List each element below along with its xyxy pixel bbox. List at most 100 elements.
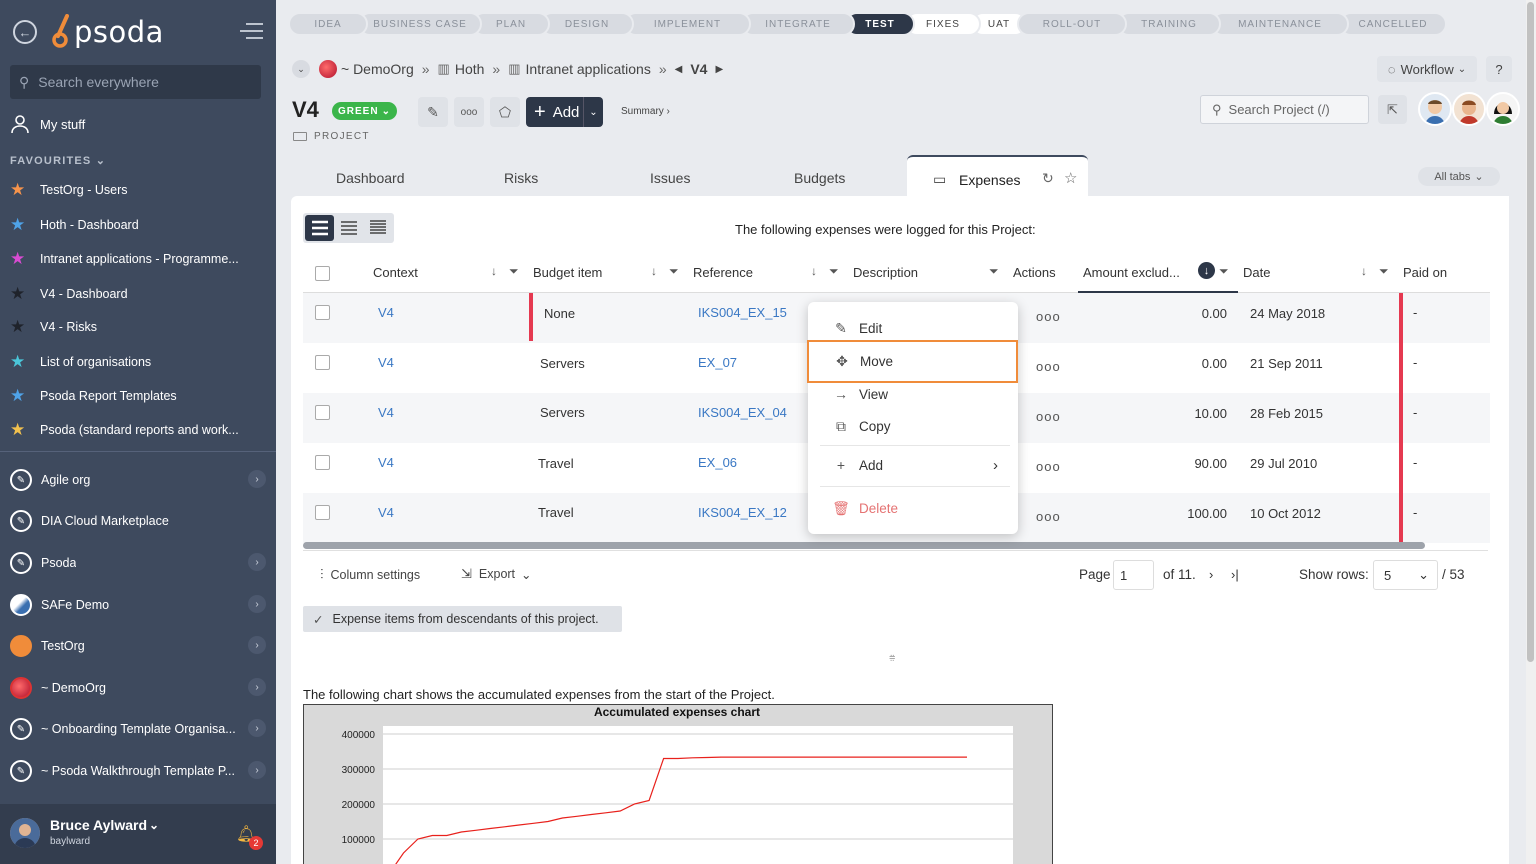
row-context[interactable]: V4 xyxy=(378,305,394,320)
menu-item-move[interactable]: ✥ Move xyxy=(807,340,1018,383)
org-item[interactable]: ~ DemoOrg › xyxy=(10,677,266,699)
page-input[interactable]: 1 xyxy=(1113,560,1154,590)
filter-icon[interactable]: ⏷ xyxy=(1219,264,1229,279)
filter-icon[interactable]: ⏷ xyxy=(509,264,519,279)
select-all-checkbox[interactable] xyxy=(315,266,330,281)
org-item[interactable]: ✎ ~ Onboarding Template Organisa... › xyxy=(10,718,266,740)
breadcrumb-dropdown-icon[interactable]: ⌄ xyxy=(292,60,310,78)
row-reference[interactable]: IKS004_EX_04 xyxy=(698,405,787,420)
next-project-icon[interactable]: ▶ xyxy=(715,64,723,75)
help-button[interactable]: ? xyxy=(1486,56,1512,82)
sort-icon[interactable]: ↓ xyxy=(811,264,817,278)
stage-integrate[interactable]: INTEGRATE xyxy=(741,12,855,36)
avatar[interactable] xyxy=(1486,92,1520,126)
row-actions-icon[interactable]: ooo xyxy=(1036,459,1061,474)
avatar[interactable] xyxy=(1452,92,1486,126)
tag-button[interactable]: ⬠ xyxy=(490,97,520,127)
row-checkbox[interactable] xyxy=(315,505,330,520)
row-reference[interactable]: IKS004_EX_15 xyxy=(698,305,787,320)
menu-item-view[interactable]: → View xyxy=(808,378,1018,410)
back-button[interactable]: ← xyxy=(13,20,37,44)
menu-item-delete[interactable]: 🗑︎ Delete xyxy=(808,492,1018,524)
breadcrumb-org[interactable]: ~ DemoOrg xyxy=(341,61,414,77)
chevron-right-icon[interactable]: › xyxy=(248,470,266,488)
favourite-item[interactable]: ★ V4 - Risks xyxy=(10,318,255,335)
chevron-right-icon[interactable]: › xyxy=(248,761,266,779)
row-context[interactable]: V4 xyxy=(378,405,394,420)
stage-business-case[interactable]: BUSINESS CASE xyxy=(358,12,482,36)
favourite-star-icon[interactable]: ☆ xyxy=(1064,169,1077,187)
org-item[interactable]: ✎ Psoda › xyxy=(10,552,266,574)
org-item[interactable]: TestOrg › xyxy=(10,635,266,657)
tab-expenses[interactable]: ▭ Expenses ↻ ☆ xyxy=(907,155,1088,197)
favourite-item[interactable]: ★ V4 - Dashboard xyxy=(10,285,255,302)
chevron-right-icon[interactable]: › xyxy=(248,678,266,696)
favourite-item[interactable]: ★ Hoth - Dashboard xyxy=(10,216,255,233)
chevron-right-icon[interactable]: › xyxy=(248,553,266,571)
filter-icon[interactable]: ⏷ xyxy=(1379,264,1389,279)
edit-project-button[interactable]: ✎ xyxy=(418,97,448,127)
menu-item-add[interactable]: + Add › xyxy=(808,449,1018,481)
row-actions-icon[interactable]: ooo xyxy=(1036,509,1061,524)
collapse-sidebar-icon[interactable] xyxy=(238,22,264,40)
view-comfortable-icon[interactable] xyxy=(305,215,334,241)
horizontal-scrollbar[interactable] xyxy=(303,542,1425,549)
status-badge[interactable]: GREEN ⌄ xyxy=(332,102,397,120)
row-checkbox[interactable] xyxy=(315,405,330,420)
stage-idea[interactable]: IDEA xyxy=(288,12,368,36)
stage-implement[interactable]: IMPLEMENT xyxy=(624,12,751,36)
favourite-item[interactable]: ★ TestOrg - Users xyxy=(10,181,255,198)
row-actions-icon[interactable]: ooo xyxy=(1036,409,1061,424)
filter-icon[interactable]: ⏷ xyxy=(989,264,999,279)
chevron-right-icon[interactable]: › xyxy=(248,595,266,613)
sort-desc-active-icon[interactable]: ↓ xyxy=(1198,262,1215,279)
all-tabs-button[interactable]: All tabs ⌄ xyxy=(1418,167,1500,186)
view-dense-icon[interactable] xyxy=(363,215,392,241)
global-search-input[interactable]: ⚲ Search everywhere xyxy=(10,65,261,99)
favourite-item[interactable]: ★ Psoda (standard reports and work... xyxy=(10,421,255,438)
add-dropdown-chevron-icon[interactable]: ⌄ xyxy=(583,97,603,127)
tab-budgets[interactable]: Budgets xyxy=(794,170,845,186)
breadcrumb-project-group[interactable]: Intranet applications xyxy=(526,61,651,77)
sort-icon[interactable]: ↓ xyxy=(651,264,657,278)
stage-training[interactable]: TRAINING xyxy=(1117,12,1221,36)
filter-icon[interactable]: ⏷ xyxy=(829,264,839,279)
psoda-logo[interactable]: psoda xyxy=(52,12,164,52)
stage-test[interactable]: TEST xyxy=(845,12,915,36)
refresh-icon[interactable]: ↻ xyxy=(1042,170,1054,187)
row-checkbox[interactable] xyxy=(315,455,330,470)
project-search-input[interactable]: ⚲ Search Project (/) xyxy=(1200,95,1369,124)
org-item[interactable]: ✎ ~ Psoda Walkthrough Template P... › xyxy=(10,760,266,782)
previous-project-icon[interactable]: ◀ xyxy=(675,64,683,75)
rows-per-page-select[interactable]: 5 ⌄ xyxy=(1373,560,1438,590)
row-context[interactable]: V4 xyxy=(378,355,394,370)
stage-roll-out[interactable]: ROLL-OUT xyxy=(1017,12,1127,36)
breadcrumb-programme[interactable]: Hoth xyxy=(455,61,485,77)
menu-item-copy[interactable]: ⧉ Copy xyxy=(808,410,1018,442)
tab-risks[interactable]: Risks xyxy=(504,170,538,186)
stage-cancelled[interactable]: CANCELLED xyxy=(1339,12,1447,36)
chevron-right-icon[interactable]: › xyxy=(248,719,266,737)
column-header-description[interactable]: Description xyxy=(853,265,918,280)
view-compact-icon[interactable] xyxy=(334,215,363,241)
row-checkbox[interactable] xyxy=(315,305,330,320)
row-reference[interactable]: EX_07 xyxy=(698,355,737,370)
row-context[interactable]: V4 xyxy=(378,505,394,520)
filter-icon[interactable]: ⏷ xyxy=(669,264,679,279)
org-item[interactable]: ✎ Agile org › xyxy=(10,469,266,491)
stage-plan[interactable]: PLAN xyxy=(472,12,550,36)
share-button[interactable]: ⇱ xyxy=(1378,95,1407,124)
add-button[interactable]: + Add ⌄ xyxy=(526,97,603,127)
sort-icon[interactable]: ↓ xyxy=(1361,264,1367,278)
row-actions-icon[interactable]: ooo xyxy=(1036,359,1061,374)
stage-design[interactable]: DESIGN xyxy=(540,12,634,36)
resize-handle-icon[interactable]: ⩷ xyxy=(889,651,895,664)
column-header-amount[interactable]: Amount exclud... xyxy=(1083,265,1180,280)
favourites-heading[interactable]: FAVOURITES ⌄ xyxy=(10,154,106,167)
column-header-date[interactable]: Date xyxy=(1243,265,1270,280)
favourite-item[interactable]: ★ List of organisations xyxy=(10,353,255,370)
row-actions-icon[interactable]: ooo xyxy=(1036,309,1061,324)
column-header-budget-item[interactable]: Budget item xyxy=(533,265,602,280)
page-scrollbar-thumb[interactable] xyxy=(1527,2,1534,662)
row-context[interactable]: V4 xyxy=(378,455,394,470)
